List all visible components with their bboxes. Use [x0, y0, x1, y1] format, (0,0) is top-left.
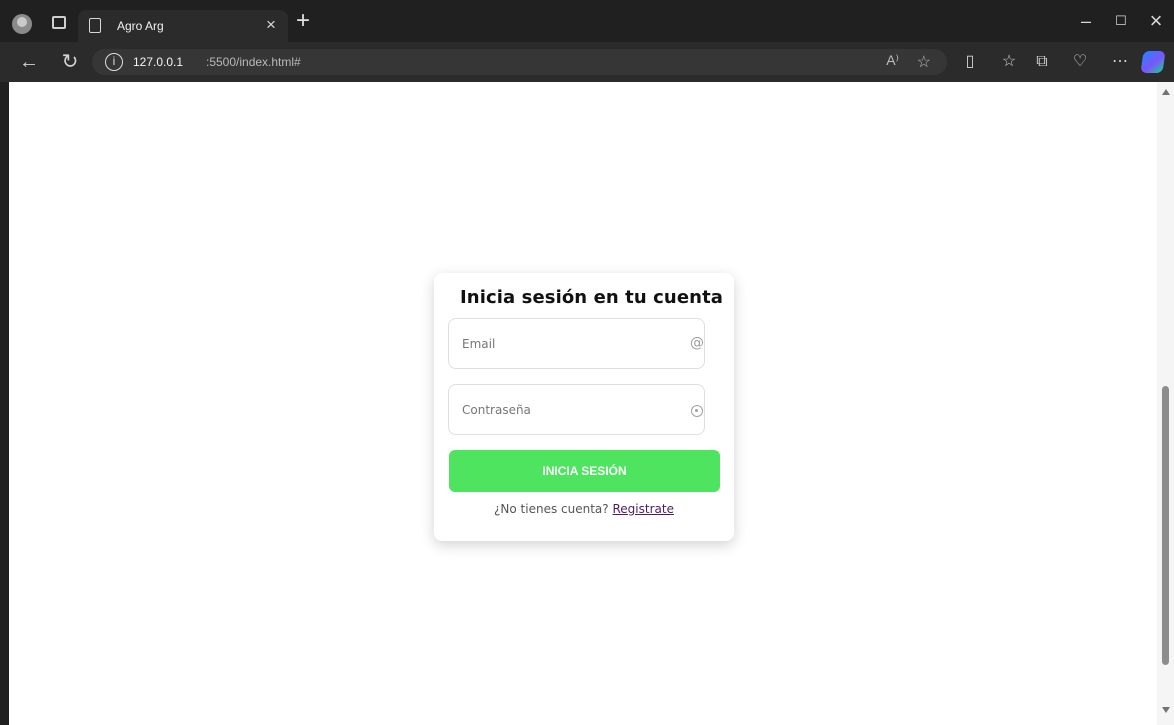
close-tab-icon[interactable]: × — [262, 16, 280, 34]
register-prompt: ¿No tienes cuenta? Registrate — [434, 502, 734, 516]
reload-button[interactable]: ↻ — [58, 50, 82, 74]
address-bar[interactable]: i 127.0.0.1 :5500/index.html# A⁾ ☆ — [92, 49, 947, 75]
tab-actions-icon[interactable] — [52, 16, 66, 29]
login-card: Inicia sesión en tu cuenta @ INICIA SESI… — [434, 273, 734, 541]
scroll-up-icon[interactable] — [1162, 89, 1170, 95]
title-bar: Agro Arg × + – ☐ × — [0, 0, 1174, 42]
password-field[interactable] — [448, 384, 705, 435]
browser-essentials-icon[interactable]: ♡ — [1068, 50, 1092, 74]
scroll-down-icon[interactable] — [1162, 707, 1170, 713]
minimize-button[interactable]: – — [1068, 0, 1104, 42]
back-button[interactable]: ← — [17, 50, 41, 74]
read-aloud-icon[interactable]: A⁾ — [886, 52, 899, 69]
split-screen-icon[interactable]: ▯ — [958, 50, 982, 74]
scroll-thumb[interactable] — [1162, 386, 1169, 665]
email-field[interactable]: @ — [448, 318, 705, 369]
vertical-scrollbar[interactable] — [1157, 82, 1174, 725]
restore-button[interactable]: ☐ — [1103, 0, 1139, 42]
browser-window: Agro Arg × + – ☐ × ← ↻ i 127.0.0.1 :5500… — [0, 0, 1174, 725]
new-tab-button[interactable]: + — [292, 9, 314, 33]
at-sign-icon: @ — [690, 335, 704, 351]
url-host: 127.0.0.1 — [133, 55, 184, 69]
collections-icon[interactable]: ⧉ — [1030, 50, 1054, 74]
close-window-button[interactable]: × — [1138, 0, 1174, 42]
favorite-star-icon[interactable]: ☆ — [917, 52, 931, 72]
login-button[interactable]: INICIA SESIÓN — [449, 450, 720, 492]
email-input[interactable] — [462, 334, 672, 354]
profile-avatar[interactable] — [12, 14, 32, 34]
browser-tab[interactable]: Agro Arg × — [78, 10, 288, 42]
copilot-icon[interactable] — [1140, 51, 1166, 73]
url-path: :5500/index.html# — [206, 55, 301, 69]
favorites-icon[interactable]: ☆ — [997, 50, 1021, 74]
eye-icon[interactable] — [691, 405, 703, 417]
tab-title: Agro Arg — [117, 19, 164, 33]
register-link[interactable]: Registrate — [612, 502, 673, 516]
no-account-text: ¿No tienes cuenta? — [494, 502, 609, 516]
browser-toolbar: ← ↻ i 127.0.0.1 :5500/index.html# A⁾ ☆ ▯… — [0, 42, 1174, 82]
password-input[interactable] — [462, 400, 672, 420]
more-menu-icon[interactable]: ⋯ — [1108, 50, 1132, 74]
window-controls: – ☐ × — [1064, 0, 1174, 42]
login-title: Inicia sesión en tu cuenta — [460, 287, 724, 308]
page-icon — [89, 18, 101, 33]
page-viewport: Inicia sesión en tu cuenta @ INICIA SESI… — [9, 82, 1157, 725]
info-icon[interactable]: i — [105, 53, 123, 71]
